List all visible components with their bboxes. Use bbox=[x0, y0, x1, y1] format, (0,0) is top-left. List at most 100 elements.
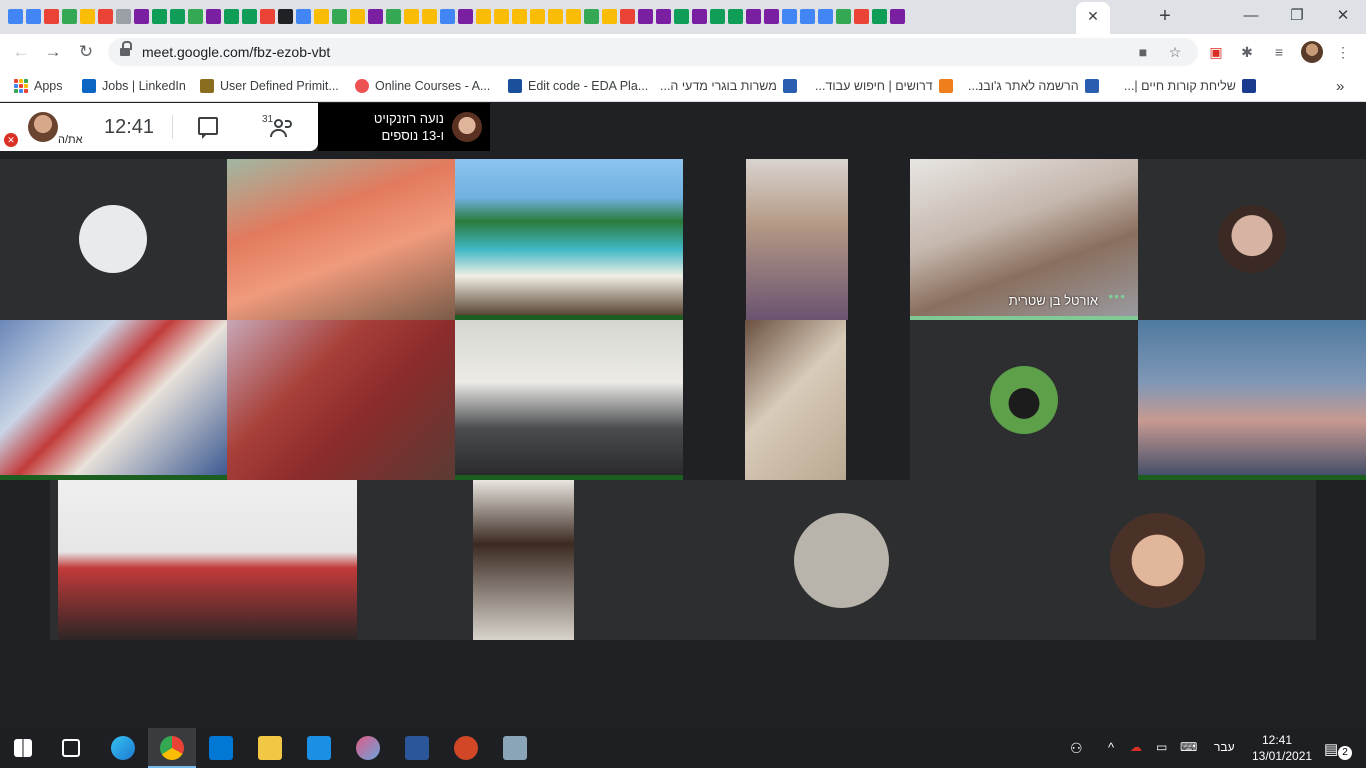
forward-icon[interactable]: → bbox=[42, 41, 64, 63]
pinned-tab-favicon-icon[interactable] bbox=[26, 9, 41, 24]
bookmark-apps[interactable]: Apps bbox=[14, 78, 63, 94]
pinned-tab-favicon-icon[interactable] bbox=[260, 9, 275, 24]
pinned-tab-favicon-icon[interactable] bbox=[692, 9, 707, 24]
file-explorer-icon[interactable] bbox=[258, 736, 282, 760]
pinned-tab-favicon-icon[interactable] bbox=[404, 9, 419, 24]
pinned-tab-favicon-icon[interactable] bbox=[584, 9, 599, 24]
edge-icon[interactable] bbox=[111, 736, 135, 760]
pinned-tab-favicon-icon[interactable] bbox=[728, 9, 743, 24]
pinned-tab-favicon-icon[interactable] bbox=[494, 9, 509, 24]
extension-pocket-icon[interactable]: ▣ bbox=[1207, 43, 1225, 61]
menu-kebab-icon[interactable]: ⋮ bbox=[1334, 43, 1352, 61]
pinned-tab-favicon-icon[interactable] bbox=[602, 9, 617, 24]
bookmark-jobinfo-register[interactable]: הרשמה לאתר ג'ובנ... bbox=[968, 78, 1099, 94]
participant-tile[interactable] bbox=[910, 320, 1138, 480]
people-icon[interactable] bbox=[270, 119, 294, 137]
pinned-tab-favicon-icon[interactable] bbox=[296, 9, 311, 24]
address-bar[interactable]: meet.google.com/fbz-ezob-vbt ■ ☆ bbox=[108, 38, 1198, 66]
notifications-icon[interactable]: ▤ bbox=[1324, 740, 1338, 758]
task-view-icon[interactable] bbox=[62, 739, 80, 757]
participant-video[interactable] bbox=[227, 159, 455, 320]
bookmark-linkedin[interactable]: Jobs | LinkedIn bbox=[82, 78, 186, 94]
self-avatar[interactable] bbox=[28, 112, 58, 142]
pinned-tab-favicon-icon[interactable] bbox=[458, 9, 473, 24]
pinned-tab-favicon-icon[interactable] bbox=[332, 9, 347, 24]
pinned-tab-favicon-icon[interactable] bbox=[116, 9, 131, 24]
media-control-icon[interactable]: ≡ bbox=[1270, 43, 1288, 61]
new-tab-button[interactable]: + bbox=[1154, 5, 1176, 27]
active-speaker-tile[interactable]: אורטל בן שטרית ••• bbox=[910, 159, 1138, 320]
participant-video[interactable] bbox=[455, 159, 683, 320]
pinned-tab-favicon-icon[interactable] bbox=[386, 9, 401, 24]
bookmark-star-icon[interactable]: ☆ bbox=[1166, 43, 1184, 61]
back-icon[interactable]: ← bbox=[10, 41, 32, 63]
pinned-tab-favicon-icon[interactable] bbox=[368, 9, 383, 24]
pinned-tab-favicon-icon[interactable] bbox=[242, 9, 257, 24]
presenter-chip[interactable]: נועה רוזנקויט ו-13 נוספים bbox=[318, 103, 490, 151]
reload-icon[interactable]: ↻ bbox=[75, 41, 97, 63]
pinned-tab-favicon-icon[interactable] bbox=[854, 9, 869, 24]
lock-icon[interactable] bbox=[120, 41, 132, 57]
pinned-tab-favicon-icon[interactable] bbox=[80, 9, 95, 24]
start-windows-icon[interactable] bbox=[14, 739, 32, 757]
pinned-tab-favicon-icon[interactable] bbox=[476, 9, 491, 24]
pinned-tab-favicon-icon[interactable] bbox=[800, 9, 815, 24]
pinned-tab-favicon-icon[interactable] bbox=[152, 9, 167, 24]
network-icon[interactable]: ▭ bbox=[1156, 740, 1167, 754]
pinned-tab-favicon-icon[interactable] bbox=[836, 9, 851, 24]
store-icon[interactable] bbox=[209, 736, 233, 760]
participant-tile[interactable] bbox=[1138, 159, 1366, 320]
participant-video[interactable] bbox=[746, 159, 848, 320]
pinned-tab-favicon-icon[interactable] bbox=[674, 9, 689, 24]
bookmark-jobinfo-graduates[interactable]: משרות בוגרי מדעי ה... bbox=[660, 78, 797, 94]
participant-video[interactable] bbox=[58, 480, 357, 640]
close-window-button[interactable]: ✕ bbox=[1332, 5, 1354, 27]
bookmark-eda[interactable]: Edit code - EDA Pla... bbox=[508, 78, 648, 94]
participant-video[interactable] bbox=[473, 480, 574, 640]
close-tab-icon[interactable]: ✕ bbox=[1086, 7, 1100, 25]
pinned-tab-favicon-icon[interactable] bbox=[224, 9, 239, 24]
url-text[interactable]: meet.google.com/fbz-ezob-vbt bbox=[142, 44, 330, 60]
pinned-tab-favicon-icon[interactable] bbox=[170, 9, 185, 24]
extensions-puzzle-icon[interactable]: ✱ bbox=[1238, 43, 1256, 61]
powerpoint-icon[interactable] bbox=[454, 736, 478, 760]
participant-video[interactable] bbox=[227, 320, 455, 480]
pinned-tab-favicon-icon[interactable] bbox=[188, 9, 203, 24]
pinned-tab-favicon-icon[interactable] bbox=[314, 9, 329, 24]
pinned-tab-favicon-icon[interactable] bbox=[62, 9, 77, 24]
pinned-tab-favicon-icon[interactable] bbox=[782, 9, 797, 24]
pinned-tab-favicon-icon[interactable] bbox=[746, 9, 761, 24]
bookmark-cv-send[interactable]: שליחת קורות חיים |... bbox=[1124, 78, 1256, 94]
onedrive-error-icon[interactable]: ☁ bbox=[1130, 740, 1142, 754]
minimize-button[interactable]: — bbox=[1240, 5, 1262, 27]
pinned-tab-favicon-icon[interactable] bbox=[890, 9, 905, 24]
chevron-up-icon[interactable]: ^ bbox=[1108, 740, 1114, 755]
bookmark-user-defined[interactable]: User Defined Primit... bbox=[200, 78, 339, 94]
restore-button[interactable]: ❐ bbox=[1286, 5, 1308, 27]
chrome-icon[interactable] bbox=[160, 736, 184, 760]
pinned-tab-favicon-icon[interactable] bbox=[512, 9, 527, 24]
people-tray-icon[interactable]: ⚇ bbox=[1070, 740, 1083, 757]
pinned-tab-favicon-icon[interactable] bbox=[278, 9, 293, 24]
camera-icon[interactable]: ■ bbox=[1134, 43, 1152, 61]
participant-tile[interactable] bbox=[0, 159, 227, 320]
taskbar-clock[interactable]: 12:41 13/01/2021 bbox=[1252, 732, 1312, 764]
participant-video[interactable] bbox=[0, 320, 227, 480]
bookmark-udemy[interactable]: Online Courses - A... bbox=[355, 78, 490, 94]
pinned-tab-favicon-icon[interactable] bbox=[566, 9, 581, 24]
pinned-tab-favicon-icon[interactable] bbox=[350, 9, 365, 24]
participant-video[interactable] bbox=[1138, 320, 1366, 480]
pinned-tab-favicon-icon[interactable] bbox=[656, 9, 671, 24]
participant-video[interactable] bbox=[455, 320, 683, 480]
pinned-tab-favicon-icon[interactable] bbox=[872, 9, 887, 24]
pinned-tab-favicon-icon[interactable] bbox=[764, 9, 779, 24]
chat-icon[interactable] bbox=[198, 117, 218, 139]
pinned-tab-favicon-icon[interactable] bbox=[44, 9, 59, 24]
pinned-tab-favicon-icon[interactable] bbox=[422, 9, 437, 24]
pinned-tab-favicon-icon[interactable] bbox=[530, 9, 545, 24]
bookmarks-overflow-icon[interactable]: » bbox=[1336, 78, 1344, 95]
pinned-tab-favicon-icon[interactable] bbox=[638, 9, 653, 24]
mail-icon[interactable] bbox=[307, 736, 331, 760]
pinned-tab-favicon-icon[interactable] bbox=[710, 9, 725, 24]
snipping-tool-icon[interactable] bbox=[503, 736, 527, 760]
